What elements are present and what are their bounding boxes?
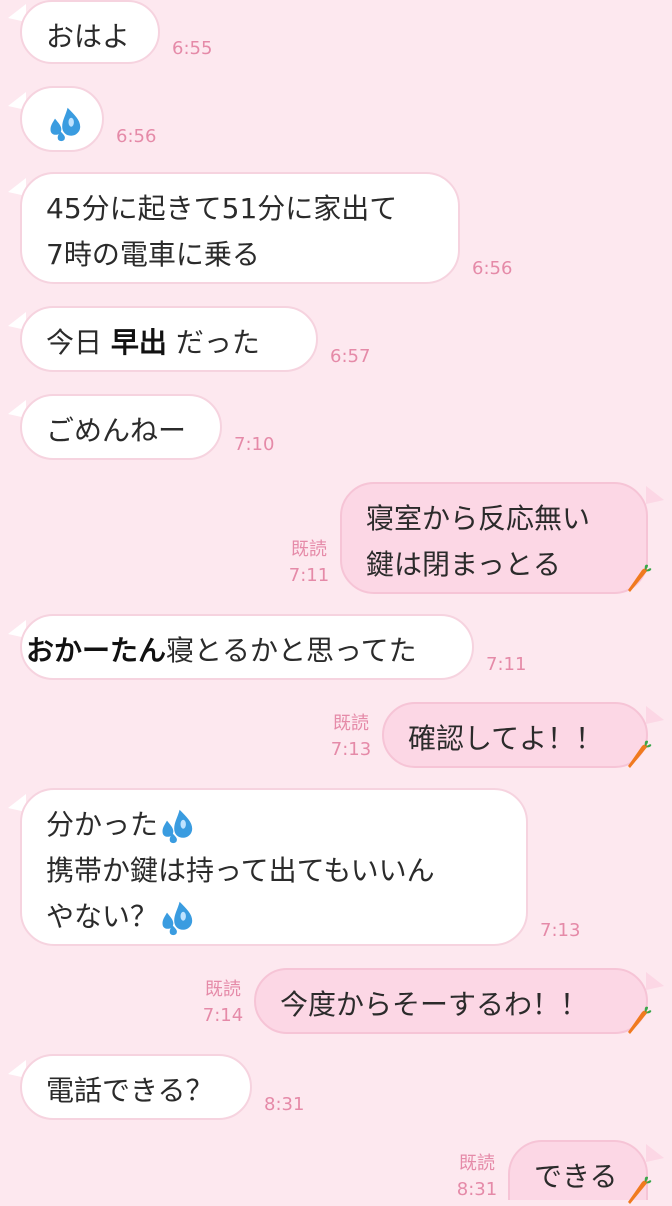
message-bubble[interactable]: 今度からそーするわ！！ [254,968,648,1034]
message-text-bold: 早出 [110,326,167,359]
message-line: 分かった [46,802,502,848]
message-bubble[interactable]: 分かった 携帯か鍵は持って出てもいいん やない？ [20,788,528,946]
message-line: 45分に起きて51分に家出て [46,192,398,225]
message-line: 寝室から反応無い [366,502,591,535]
message-bubble[interactable]: 45分に起きて51分に家出て 7時の電車に乗る [20,172,460,284]
message-time: 6:55 [172,38,213,59]
message-time: 7:11 [486,654,527,675]
message-time: 7:11 [288,565,330,586]
message-bubble[interactable]: おかーたん寝とるかと思ってた [20,614,474,680]
message-time: 6:56 [472,258,513,279]
carrot-icon [626,740,652,770]
message-text: ごめんねー [46,414,187,447]
message-time: 7:13 [540,920,581,941]
message-bubble[interactable]: 電話できる？ [20,1054,252,1120]
message-text: 電話できる？ [46,1074,214,1107]
carrot-icon [626,1176,652,1206]
read-receipt: 既読 [459,1153,495,1174]
message-line: 7時の電車に乗る [46,238,260,271]
message-line: 携帯か鍵は持って出てもいいん [46,854,435,887]
message-time: 8:31 [264,1094,305,1115]
bubble-tail [646,1144,664,1162]
carrot-icon [626,564,652,594]
message-text-bold: おかーたん [26,634,167,667]
message-time: 8:31 [456,1179,498,1200]
carrot-icon [626,1006,652,1036]
message-time: 6:56 [116,126,157,147]
message-bubble[interactable]: 寝室から反応無い 鍵は閉まっとる [340,482,648,594]
message-bubble[interactable]: おはよ [20,0,160,64]
sweat-drops-icon [158,808,194,844]
bubble-tail [646,706,664,724]
sweat-drops-icon [158,900,194,936]
message-time: 7:14 [202,1005,244,1026]
message-bubble[interactable]: 今日 早出 だった [20,306,318,372]
bubble-tail [646,486,664,504]
message-line: やない？ [46,894,502,940]
message-time: 7:13 [330,739,372,760]
bubble-tail [646,972,664,990]
message-text: 確認してよ！！ [408,722,604,755]
message-text: 今度からそーするわ！！ [280,988,589,1021]
read-receipt: 既読 [205,979,241,1000]
message-time: 6:57 [330,346,371,367]
message-bubble[interactable] [20,86,104,152]
message-text: 寝とるかと思ってた [166,634,417,667]
message-bubble[interactable]: 確認してよ！！ [382,702,648,768]
message-line: 鍵は閉まっとる [366,548,561,581]
message-text: 今日 [46,326,111,359]
message-text: だった [166,326,260,359]
message-bubble[interactable]: ごめんねー [20,394,222,460]
read-receipt: 既読 [291,539,327,560]
read-receipt: 既読 [333,713,369,734]
sweat-drops-icon [46,106,82,142]
message-text: おはよ [46,20,131,53]
message-text: できる [534,1160,618,1193]
message-time: 7:10 [234,434,275,455]
